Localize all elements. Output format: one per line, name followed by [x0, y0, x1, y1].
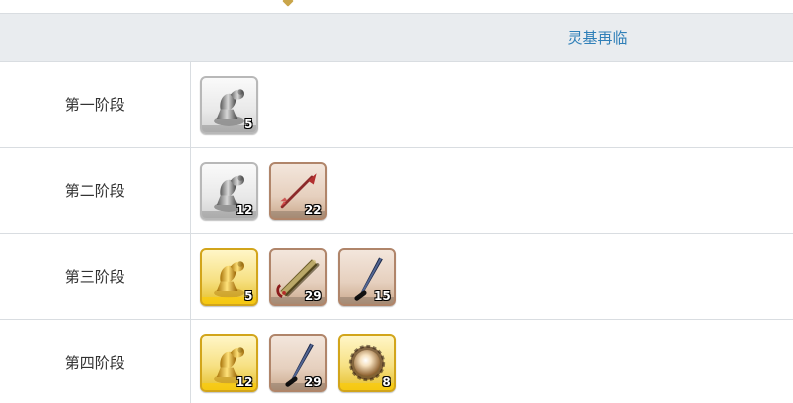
dark-blade-icon[interactable]: 29 [268, 333, 327, 392]
dark-blade-icon[interactable]: 15 [337, 247, 396, 306]
item-count: 29 [304, 288, 322, 303]
item-count: 15 [373, 288, 391, 303]
table-row: 第三阶段 5 29 15 [0, 233, 793, 320]
page: 灵基再临 第一阶段 5 第二阶段 12 22 第三阶段 5 29 15 第四阶段… [0, 0, 793, 403]
table-header-row: 灵基再临 [0, 13, 793, 62]
item-count: 5 [244, 288, 253, 303]
stage-label: 第四阶段 [0, 319, 191, 403]
gold-piece-icon[interactable]: 5 [199, 247, 258, 306]
materials-cell: 5 [190, 61, 793, 148]
stage-label: 第二阶段 [0, 147, 191, 234]
top-strip [0, 0, 793, 13]
silver-piece-icon[interactable]: 5 [199, 75, 258, 134]
gold-piece-icon[interactable]: 12 [199, 333, 258, 392]
feather-dart-icon[interactable]: 22 [268, 161, 327, 220]
stage-label: 第一阶段 [0, 61, 191, 148]
item-count: 5 [244, 116, 253, 131]
bamboo-tube-icon[interactable]: 29 [268, 247, 327, 306]
item-count: 29 [304, 374, 322, 389]
silver-piece-icon[interactable]: 12 [199, 161, 258, 220]
item-count: 12 [235, 374, 253, 389]
header-stage [0, 13, 190, 62]
materials-cell: 12 29 8 [190, 319, 793, 403]
orb-ring-icon[interactable]: 8 [337, 333, 396, 392]
table-row: 第一阶段 5 [0, 61, 793, 148]
item-count: 8 [382, 374, 391, 389]
header-ascension: 灵基再临 [190, 13, 793, 62]
table-row: 第四阶段 12 29 8 [0, 319, 793, 403]
item-count: 22 [304, 202, 322, 217]
stage-label: 第三阶段 [0, 233, 191, 320]
materials-cell: 12 22 [190, 147, 793, 234]
item-count: 12 [235, 202, 253, 217]
materials-cell: 5 29 15 [190, 233, 793, 320]
caret-icon [282, 0, 294, 7]
ascension-table: 灵基再临 第一阶段 5 第二阶段 12 22 第三阶段 5 29 15 第四阶段… [0, 13, 793, 403]
table-row: 第二阶段 12 22 [0, 147, 793, 234]
